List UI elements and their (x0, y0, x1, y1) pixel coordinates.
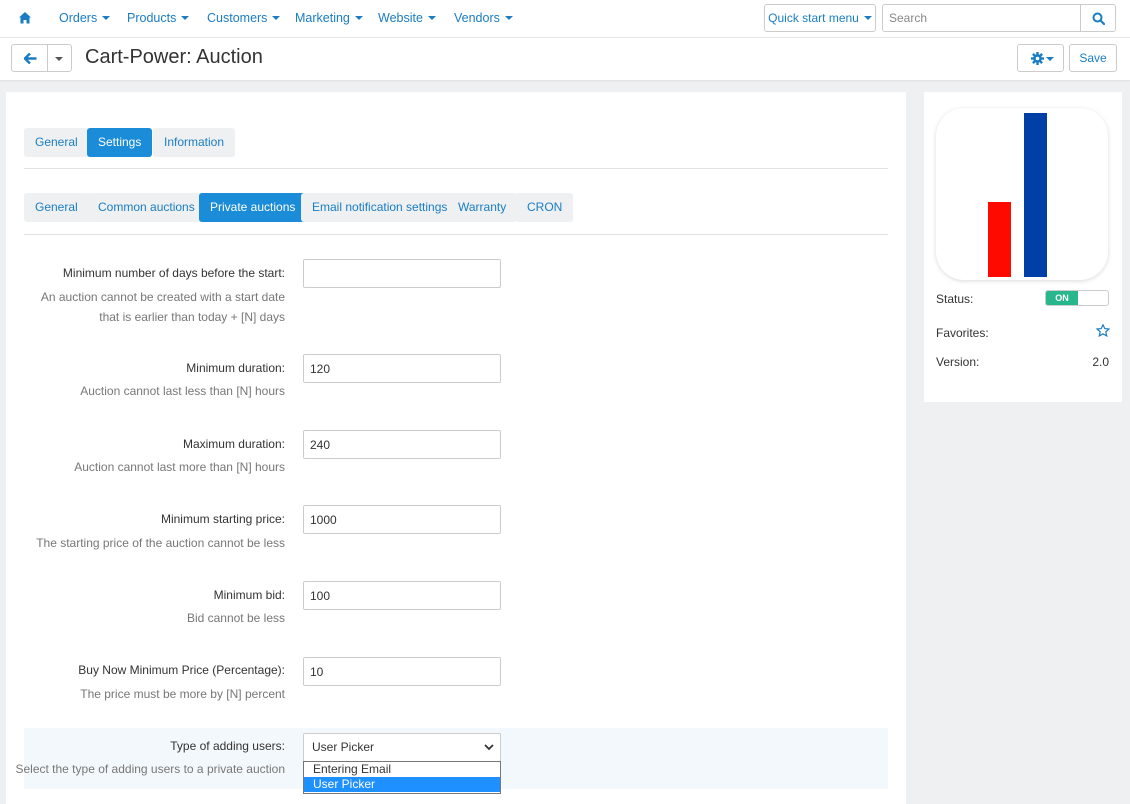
max-duration-label: Maximum duration: (182, 437, 285, 451)
user-type-option-user-picker[interactable]: User Picker (304, 777, 500, 792)
gear-icon (1031, 52, 1044, 65)
min-days-input[interactable] (303, 259, 501, 288)
min-duration-input[interactable] (303, 354, 501, 383)
nav-orders[interactable]: Orders (59, 11, 111, 25)
home-icon[interactable] (18, 11, 32, 25)
subtab-common-auctions[interactable]: Common auctions (87, 193, 206, 222)
status-toggle[interactable]: ON (1045, 290, 1109, 306)
nav-customers-label: Customers (207, 11, 268, 25)
settings-menu-button[interactable] (1017, 44, 1064, 72)
user-type-dropdown-list: Entering Email User Picker (303, 761, 501, 794)
version-label: Version: (936, 355, 980, 369)
quick-start-label: Quick start menu (768, 11, 859, 25)
tab-general[interactable]: General (24, 128, 89, 157)
settings-panel: General Settings Information General Com… (6, 92, 906, 804)
title-bar: Cart-Power: Auction Save (0, 38, 1130, 80)
min-duration-help: Auction cannot last less than [N] hours (80, 384, 285, 398)
caret-down-icon (181, 16, 190, 20)
top-navigation: Orders Products Customers Marketing Webs… (0, 0, 1130, 38)
subtab-private-auctions[interactable]: Private auctions (199, 193, 307, 222)
min-bid-input[interactable] (303, 581, 501, 610)
min-days-label: Minimum number of days before the start: (62, 266, 285, 280)
min-bid-label: Minimum bid: (213, 588, 285, 602)
arrow-left-icon (24, 53, 37, 64)
status-label: Status: (936, 292, 974, 306)
subtabs-divider (24, 234, 888, 235)
user-type-option-entering-email[interactable]: Entering Email (304, 762, 500, 777)
nav-orders-label: Orders (59, 11, 98, 25)
search-input[interactable] (882, 4, 1081, 32)
nav-website-label: Website (378, 11, 423, 25)
tabs-divider (24, 168, 888, 169)
chevron-down-icon (484, 744, 494, 751)
star-icon[interactable] (1096, 324, 1110, 337)
tab-settings[interactable]: Settings (87, 128, 153, 157)
nav-website[interactable]: Website (378, 11, 436, 25)
min-bid-help: Bid cannot be less (186, 611, 285, 625)
caret-down-icon (354, 16, 363, 20)
buy-now-min-price-label: Buy Now Minimum Price (Percentage): (78, 663, 285, 677)
user-type-label: Type of adding users: (170, 739, 285, 753)
min-starting-price-label: Minimum starting price: (160, 512, 285, 526)
addon-info-panel: Status: ON Favorites: Version: 2.0 (924, 92, 1122, 402)
bar-chart-logo-icon (988, 113, 1047, 277)
favorites-label: Favorites: (936, 326, 989, 340)
nav-marketing-label: Marketing (295, 11, 350, 25)
caret-down-icon (1046, 57, 1054, 61)
subtab-warranty[interactable]: Warranty (447, 193, 518, 222)
quick-start-menu-button[interactable]: Quick start menu (764, 4, 876, 32)
caret-down-icon (102, 16, 111, 20)
max-duration-input[interactable] (303, 430, 501, 459)
subtab-email-notification-settings[interactable]: Email notification settings (301, 193, 459, 222)
search-button[interactable] (1080, 4, 1116, 32)
buy-now-min-price-help: The price must be more by [N] percent (80, 687, 285, 701)
min-duration-label: Minimum duration: (186, 361, 285, 375)
nav-vendors-label: Vendors (454, 11, 500, 25)
buy-now-min-price-input[interactable] (303, 657, 501, 686)
nav-customers[interactable]: Customers (207, 11, 281, 25)
subtab-general[interactable]: General (24, 193, 89, 222)
max-duration-help: Auction cannot last more than [N] hours (74, 460, 285, 474)
min-days-help: An auction cannot be created with a star… (40, 290, 285, 324)
nav-marketing[interactable]: Marketing (295, 11, 363, 25)
search-icon (1092, 12, 1105, 25)
back-button[interactable] (11, 44, 48, 72)
caret-down-icon (427, 16, 436, 20)
nav-products[interactable]: Products (127, 11, 190, 25)
page-title: Cart-Power: Auction (85, 46, 263, 68)
caret-down-icon (863, 16, 872, 20)
user-type-select[interactable]: User Picker (303, 733, 501, 762)
min-starting-price-help: The starting price of the auction cannot… (36, 536, 285, 550)
addon-logo-icon (936, 108, 1108, 280)
caret-down-icon (272, 16, 281, 20)
user-type-selected-value: User Picker (312, 740, 375, 754)
nav-vendors[interactable]: Vendors (454, 11, 513, 25)
min-starting-price-input[interactable] (303, 505, 501, 534)
tab-information[interactable]: Information (153, 128, 236, 157)
back-dropdown-button[interactable] (47, 44, 72, 72)
version-value: 2.0 (1092, 355, 1109, 369)
caret-down-icon (55, 57, 63, 61)
user-type-help: Select the type of adding users to a pri… (15, 762, 285, 776)
status-toggle-on: ON (1046, 291, 1078, 305)
subtab-cron[interactable]: CRON (516, 193, 574, 222)
nav-products-label: Products (127, 11, 177, 25)
caret-down-icon (504, 16, 513, 20)
save-button[interactable]: Save (1069, 44, 1117, 72)
